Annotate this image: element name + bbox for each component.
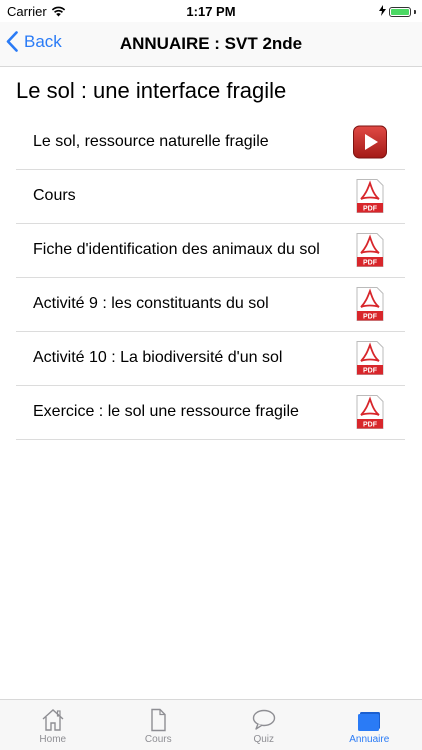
pdf-icon: PDF	[356, 341, 384, 375]
list-item-label: Le sol, ressource naturelle fragile	[33, 133, 269, 150]
list-item-pdf[interactable]: Fiche d'identification des animaux du so…	[16, 224, 405, 278]
list-item-label: Fiche d'identification des animaux du so…	[33, 241, 320, 258]
tab-label: Quiz	[253, 734, 275, 745]
list-item-label: Exercice : le sol une ressource fragile	[33, 403, 299, 420]
tab-cours[interactable]: Cours	[106, 700, 212, 750]
pdf-icon: PDF	[356, 395, 384, 429]
status-bar: Carrier 1:17 PM	[0, 0, 422, 22]
tab-label: Home	[39, 734, 67, 745]
tab-quiz[interactable]: Quiz	[211, 700, 317, 750]
list-item-pdf[interactable]: Exercice : le sol une ressource fragile …	[16, 386, 405, 440]
list-item-label: Activité 10 : La biodiversité d'un sol	[33, 349, 283, 366]
pdf-icon: PDF	[356, 179, 384, 213]
battery-indicator	[379, 4, 416, 19]
navigation-bar: Back ANNUAIRE : SVT 2nde	[0, 22, 422, 67]
folder-icon	[358, 712, 381, 731]
list-item-label: Cours	[33, 187, 76, 204]
svg-text:PDF: PDF	[363, 260, 378, 267]
svg-text:PDF: PDF	[363, 314, 378, 321]
section-title: Le sol : une interface fragile	[16, 78, 287, 103]
tab-home[interactable]: Home	[0, 700, 106, 750]
document-icon	[151, 708, 166, 732]
tab-label: Annuaire	[349, 734, 390, 745]
chat-bubble-icon	[252, 709, 275, 730]
battery-icon	[389, 6, 411, 17]
resource-list: Le sol, ressource naturelle fragile Cour…	[16, 116, 405, 440]
tab-label: Cours	[144, 734, 172, 745]
tab-bar: Home Cours Quiz Annuaire	[0, 699, 422, 750]
list-item-pdf[interactable]: Activité 9 : les constituants du sol PDF	[16, 278, 405, 332]
list-item-label: Activité 9 : les constituants du sol	[33, 295, 269, 312]
charging-icon	[379, 4, 386, 19]
pdf-icon: PDF	[356, 287, 384, 321]
list-item-pdf[interactable]: Activité 10 : La biodiversité d'un sol P…	[16, 332, 405, 386]
svg-text:PDF: PDF	[363, 422, 378, 429]
svg-text:PDF: PDF	[363, 206, 378, 213]
home-icon	[42, 709, 64, 731]
status-time: 1:17 PM	[186, 4, 236, 19]
video-play-icon	[353, 125, 387, 159]
pdf-icon: PDF	[356, 233, 384, 267]
svg-text:PDF: PDF	[363, 368, 378, 375]
list-item-video[interactable]: Le sol, ressource naturelle fragile	[16, 116, 405, 170]
tab-annuaire[interactable]: Annuaire	[317, 700, 422, 750]
page-title: ANNUAIRE : SVT 2nde	[119, 34, 303, 53]
list-item-pdf[interactable]: Cours PDF	[16, 170, 405, 224]
